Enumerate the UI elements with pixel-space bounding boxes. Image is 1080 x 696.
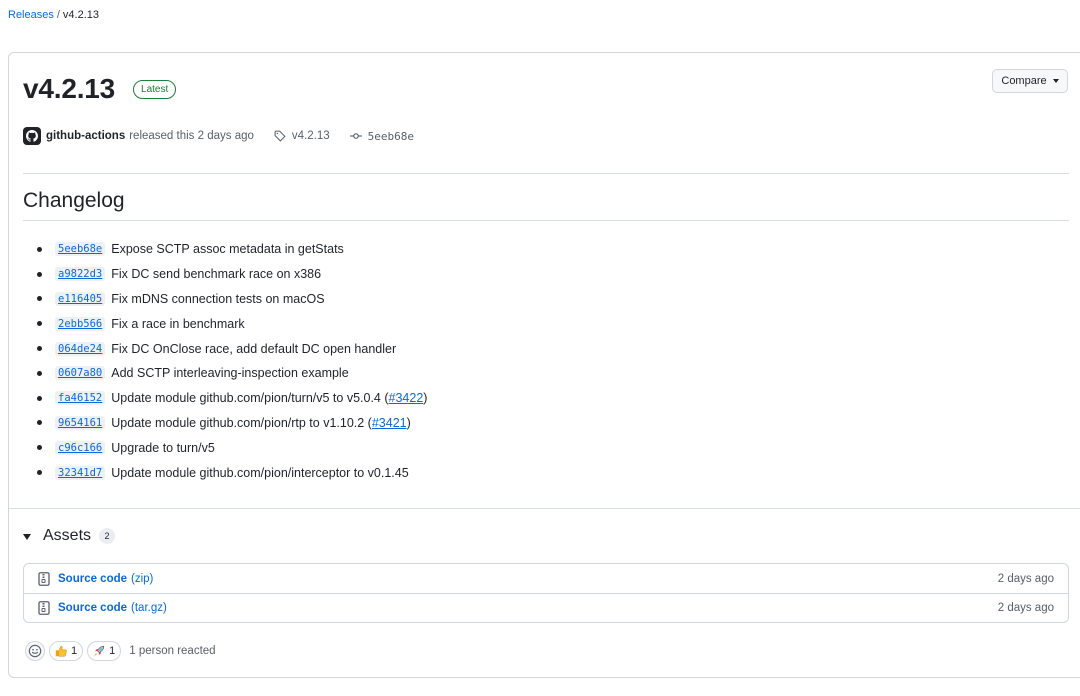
- changelog-text: Fix DC send benchmark race on x386: [111, 267, 322, 282]
- list-item: 064de24 Fix DC OnClose race, add default …: [37, 336, 427, 361]
- commit-sha-link[interactable]: e116405: [55, 291, 106, 306]
- triangle-down-icon: [23, 533, 31, 540]
- rocket-count: 1: [109, 645, 116, 657]
- list-item: a9822d3 Fix DC send benchmark race on x38…: [37, 262, 427, 287]
- asset-link[interactable]: Source code: [58, 602, 127, 614]
- caret-down-icon: [1052, 79, 1059, 83]
- changelog-text: Update module github.com/pion/turn/v5 to…: [111, 391, 389, 406]
- asset-timestamp: 2 days ago: [997, 572, 1054, 585]
- bullet: [37, 346, 42, 352]
- bullet: [37, 420, 42, 426]
- compare-label: Compare: [1001, 75, 1047, 87]
- bullet: [37, 370, 42, 376]
- list-item: e116405 Fix mDNS connection tests on macO…: [37, 287, 427, 312]
- changelog-text-tail: ): [406, 415, 411, 430]
- changelog-list: 5eeb68e Expose SCTP assoc metadata in get…: [37, 237, 427, 485]
- list-item: 32341d7 Update module github.com/pion/int…: [37, 460, 427, 485]
- commit-sha-link[interactable]: 2ebb566: [55, 316, 106, 331]
- compare-button[interactable]: Compare: [992, 69, 1068, 93]
- commit-link[interactable]: 5eeb68e: [349, 129, 414, 143]
- changelog-text: Fix mDNS connection tests on macOS: [111, 291, 325, 306]
- bullet: [37, 271, 42, 277]
- bullet: [37, 296, 42, 302]
- changelog-text-tail: ): [423, 391, 428, 406]
- tag-link[interactable]: v4.2.13: [274, 130, 330, 142]
- commit-sha-link[interactable]: fa46152: [55, 391, 106, 406]
- release-meta: github-actions released this 2 days ago …: [23, 127, 414, 145]
- changelog-text: Fix a race in benchmark: [111, 316, 245, 331]
- list-item: c96c166 Upgrade to turn/v5: [37, 435, 427, 460]
- commit-sha-link[interactable]: 32341d7: [55, 465, 106, 480]
- bullet: [37, 395, 42, 401]
- list-item: 0607a80 Add SCTP interleaving-inspection …: [37, 361, 427, 386]
- release-title[interactable]: v4.2.13: [23, 73, 115, 105]
- reaction-summary: 1 person reacted: [129, 645, 216, 657]
- bullet: [37, 321, 42, 327]
- bullet: [37, 470, 42, 476]
- changelog-text: Expose SCTP assoc metadata in getStats: [111, 242, 344, 257]
- list-item: 5eeb68e Expose SCTP assoc metadata in get…: [37, 237, 427, 262]
- latest-badge: Latest: [133, 79, 177, 99]
- bullet: [37, 246, 42, 252]
- commit-sha-link[interactable]: a9822d3: [55, 267, 106, 282]
- header-divider: [23, 173, 1069, 174]
- list-item: 9654161 Update module github.com/pion/rtp…: [37, 411, 427, 436]
- commit-sha-link[interactable]: 5eeb68e: [55, 242, 106, 257]
- changelog-heading-divider: [23, 220, 1069, 221]
- commit-sha-link[interactable]: 0607a80: [55, 366, 106, 381]
- reactions-bar: 1 1 1 person reacted: [25, 641, 216, 661]
- assets-toggle[interactable]: Assets 2: [23, 527, 116, 545]
- tag-icon: [274, 130, 286, 142]
- rocket-icon: [94, 645, 105, 656]
- release-card: v4.2.13 Latest Compare github-actions re…: [8, 52, 1080, 678]
- file-zip-icon: [38, 601, 50, 615]
- changelog-text: Update module github.com/pion/rtp to v1.…: [111, 415, 372, 430]
- changelog-text: Upgrade to turn/v5: [111, 440, 215, 455]
- assets-list: Source code (zip) 2 days ago Source code…: [23, 563, 1069, 623]
- smiley-icon: [28, 644, 42, 658]
- breadcrumb-current: v4.2.13: [62, 9, 100, 21]
- file-zip-icon: [38, 571, 50, 586]
- commit-sha-link[interactable]: 064de24: [55, 341, 106, 356]
- breadcrumb-releases-link[interactable]: Releases: [8, 9, 54, 21]
- asset-row[interactable]: Source code (zip) 2 days ago: [24, 564, 1068, 593]
- changelog-heading: Changelog: [23, 189, 125, 212]
- breadcrumb: Releases / v4.2.13: [8, 9, 99, 21]
- bullet: [37, 445, 42, 451]
- tag-label: v4.2.13: [291, 130, 330, 142]
- asset-extension[interactable]: (tar.gz): [131, 602, 167, 614]
- commit-icon: [349, 133, 362, 139]
- thumbs-up-icon: [55, 645, 67, 657]
- pull-request-link[interactable]: #3421: [372, 416, 407, 430]
- assets-heading: Assets: [43, 527, 92, 544]
- assets-count-badge: 2: [99, 528, 116, 544]
- list-item: 2ebb566 Fix a race in benchmark: [37, 311, 427, 336]
- asset-link[interactable]: Source code: [58, 573, 127, 585]
- commit-sha-link[interactable]: 9654161: [55, 415, 106, 430]
- breadcrumb-separator: /: [56, 9, 60, 21]
- thumbs-up-reaction[interactable]: 1: [49, 641, 84, 661]
- changelog-text: Add SCTP interleaving-inspection example: [111, 366, 349, 381]
- changelog-text: Update module github.com/pion/intercepto…: [111, 465, 409, 480]
- released-text: released this 2 days ago: [129, 130, 254, 142]
- thumbs-up-count: 1: [71, 645, 78, 657]
- list-item: fa46152 Update module github.com/pion/tur…: [37, 386, 427, 411]
- release-header: v4.2.13 Latest: [23, 73, 177, 105]
- commit-sha-link[interactable]: c96c166: [55, 440, 106, 455]
- asset-extension[interactable]: (zip): [131, 573, 153, 585]
- author-link[interactable]: github-actions: [46, 130, 125, 142]
- changelog-text: Fix DC OnClose race, add default DC open…: [111, 341, 397, 356]
- rocket-reaction[interactable]: 1: [87, 641, 122, 661]
- assets-divider: [9, 508, 1080, 509]
- asset-row[interactable]: Source code (tar.gz) 2 days ago: [24, 593, 1068, 622]
- pull-request-link[interactable]: #3422: [389, 391, 424, 405]
- add-reaction-button[interactable]: [25, 641, 45, 661]
- commit-sha: 5eeb68e: [367, 129, 414, 143]
- asset-timestamp: 2 days ago: [997, 602, 1054, 614]
- github-avatar-icon[interactable]: [23, 127, 41, 145]
